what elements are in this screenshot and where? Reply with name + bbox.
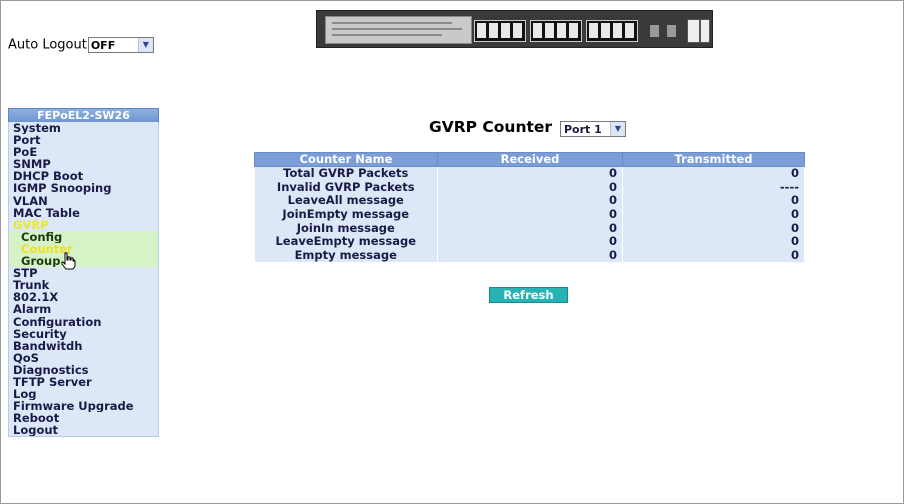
sidebar-title: FEPoEL2-SW26 — [8, 108, 159, 122]
refresh-button[interactable]: Refresh — [489, 287, 568, 303]
counter-name-cell: Empty message — [254, 249, 438, 263]
table-row: Empty message 0 0 — [254, 249, 805, 263]
transmitted-cell: ---- — [622, 181, 805, 195]
transmitted-cell: 0 — [622, 194, 805, 208]
sidebar-item-bandwidth[interactable]: Bandwitdh — [8, 339, 159, 352]
transmitted-cell: 0 — [622, 249, 805, 263]
sidebar-item-tftp-server[interactable]: TFTP Server — [8, 375, 159, 389]
page-title: GVRP Counter — [429, 118, 553, 136]
sidebar-item-logout[interactable]: Logout — [8, 424, 159, 438]
sidebar-item-qos[interactable]: QoS — [8, 351, 159, 364]
counter-name-cell: LeaveAll message — [254, 194, 438, 208]
sidebar-item-port[interactable]: Port — [8, 134, 159, 147]
sidebar-item-reboot[interactable]: Reboot — [8, 412, 159, 425]
sidebar-item-stp[interactable]: STP — [8, 267, 159, 280]
table-row: JoinIn message 0 0 — [254, 221, 805, 235]
table-header-row: Counter Name Received Transmitted — [254, 152, 805, 167]
table-row: LeaveEmpty message 0 0 — [254, 235, 805, 249]
counter-name-cell: LeaveEmpty message — [254, 235, 438, 249]
table-row: Invalid GVRP Packets 0 ---- — [254, 181, 805, 195]
sidebar-item-poe[interactable]: PoE — [8, 146, 159, 159]
column-header-counter-name: Counter Name — [254, 152, 438, 167]
sidebar-subitem-config[interactable]: Config — [8, 230, 159, 243]
counter-name-cell: JoinIn message — [254, 221, 438, 235]
sidebar-subitem-counter[interactable]: Counter — [8, 242, 159, 256]
table-row: Total GVRP Packets 0 0 — [254, 166, 805, 181]
received-cell: 0 — [437, 181, 623, 195]
counter-name-cell: Invalid GVRP Packets — [254, 181, 438, 195]
sidebar-item-mac-table[interactable]: MAC Table — [8, 206, 159, 219]
transmitted-cell: 0 — [622, 208, 805, 222]
sidebar-subitem-group[interactable]: Group — [8, 255, 159, 268]
gvrp-counter-table: Counter Name Received Transmitted Total … — [254, 152, 805, 263]
counter-name-cell: JoinEmpty message — [254, 208, 438, 222]
received-cell: 0 — [437, 208, 623, 222]
sidebar-item-alarm[interactable]: Alarm — [8, 303, 159, 316]
sidebar-menu: FEPoEL2-SW26 System Port PoE SNMP DHCP B… — [8, 108, 159, 438]
chevron-down-icon[interactable]: ▼ — [137, 38, 153, 52]
sidebar-item-system[interactable]: System — [8, 122, 159, 135]
sidebar-item-8021x[interactable]: 802.1X — [8, 291, 159, 304]
table-row: LeaveAll message 0 0 — [254, 194, 805, 208]
sidebar-item-log[interactable]: Log — [8, 388, 159, 401]
auto-logout-label: Auto Logout — [8, 37, 87, 53]
port-select-value: Port 1 — [564, 123, 602, 136]
transmitted-cell: 0 — [622, 221, 805, 235]
received-cell: 0 — [437, 249, 623, 263]
sidebar-item-security[interactable]: Security — [8, 327, 159, 340]
sidebar-item-vlan[interactable]: VLAN — [8, 194, 159, 207]
received-cell: 0 — [437, 235, 623, 249]
sidebar-item-configuration[interactable]: Configuration — [8, 315, 159, 328]
transmitted-cell: 0 — [622, 166, 805, 181]
transmitted-cell: 0 — [622, 235, 805, 249]
sidebar-item-dhcp-boot[interactable]: DHCP Boot — [8, 170, 159, 183]
sidebar-item-igmp-snooping[interactable]: IGMP Snooping — [8, 182, 159, 195]
sidebar-item-diagnostics[interactable]: Diagnostics — [8, 363, 159, 376]
counter-name-cell: Total GVRP Packets — [254, 166, 438, 181]
column-header-received: Received — [437, 152, 623, 167]
table-row: JoinEmpty message 0 0 — [254, 208, 805, 222]
received-cell: 0 — [437, 221, 623, 235]
hand-cursor-icon — [61, 252, 76, 270]
auto-logout: Auto Logout OFF ▼ — [8, 37, 154, 53]
chevron-down-icon[interactable]: ▼ — [610, 122, 625, 136]
sidebar-item-firmware-upgrade[interactable]: Firmware Upgrade — [8, 400, 159, 413]
auto-logout-value: OFF — [90, 39, 116, 52]
sidebar-item-gvrp[interactable]: GVRP — [8, 218, 159, 231]
switch-label-panel — [325, 16, 472, 44]
sidebar-item-snmp[interactable]: SNMP — [8, 158, 159, 171]
port-select[interactable]: Port 1 ▼ — [560, 121, 626, 137]
auto-logout-select[interactable]: OFF ▼ — [87, 37, 154, 53]
switch-front-panel-image — [316, 10, 713, 48]
received-cell: 0 — [437, 166, 623, 181]
sidebar-item-trunk[interactable]: Trunk — [8, 279, 159, 292]
received-cell: 0 — [437, 194, 623, 208]
column-header-transmitted: Transmitted — [622, 152, 805, 167]
